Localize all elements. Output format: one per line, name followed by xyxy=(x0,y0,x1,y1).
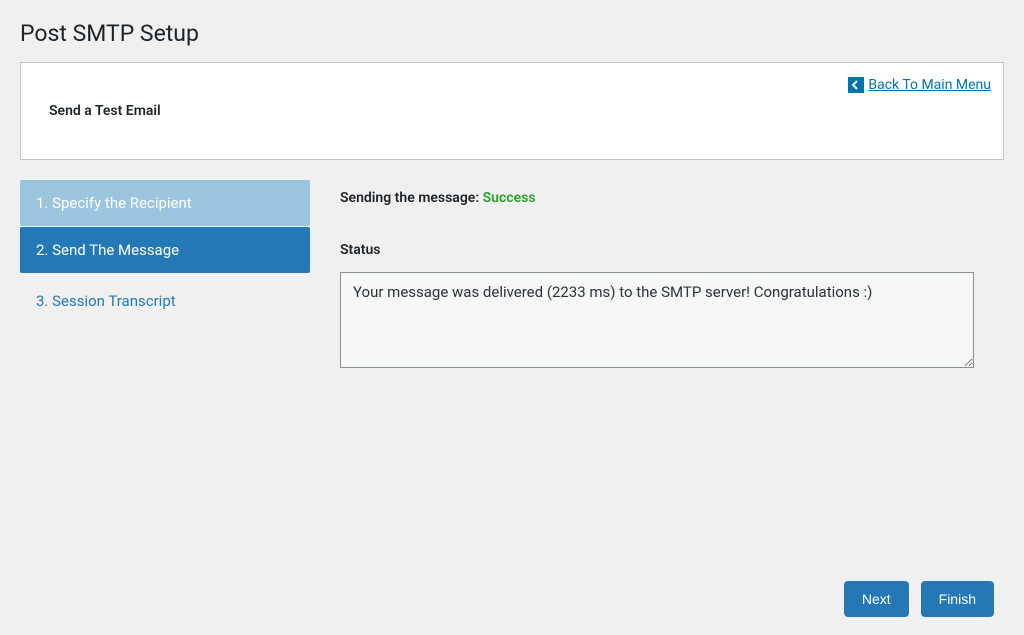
back-link-row: Back To Main Menu xyxy=(848,77,991,93)
sending-status-line: Sending the message: Success xyxy=(340,190,974,206)
wizard-step-send-message[interactable]: 2. Send The Message xyxy=(20,227,310,273)
arrow-left-icon xyxy=(848,77,864,93)
main-panel: Sending the message: Success Status xyxy=(340,180,1004,372)
status-textarea[interactable] xyxy=(340,272,974,368)
back-to-main-menu-link[interactable]: Back To Main Menu xyxy=(868,77,991,93)
footer-buttons: Next Finish xyxy=(844,581,994,617)
wizard-step-recipient[interactable]: 1. Specify the Recipient xyxy=(20,180,310,226)
page-title: Post SMTP Setup xyxy=(20,10,1004,62)
card-title: Send a Test Email xyxy=(49,103,975,119)
wizard-steps: 1. Specify the Recipient 2. Send The Mes… xyxy=(20,180,310,372)
next-button[interactable]: Next xyxy=(844,581,909,617)
sending-prefix: Sending the message: xyxy=(340,190,483,206)
wizard-step-session-transcript[interactable]: 3. Session Transcript xyxy=(20,274,310,328)
header-card: Back To Main Menu Send a Test Email xyxy=(20,62,1004,160)
status-label: Status xyxy=(340,242,974,258)
finish-button[interactable]: Finish xyxy=(921,581,994,617)
sending-status-value: Success xyxy=(483,190,536,206)
